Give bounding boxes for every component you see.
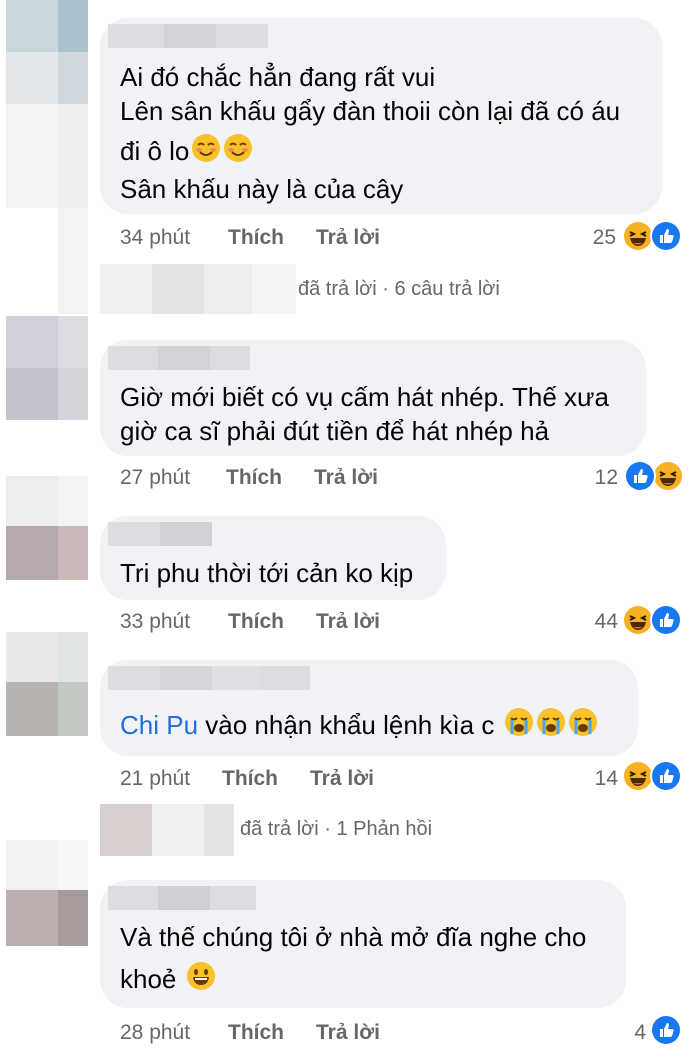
reply-link[interactable]: Trả lời: [316, 610, 380, 634]
smiling-face-icon: [223, 133, 253, 173]
like-label: Thích: [226, 466, 282, 489]
like-label: Thích: [228, 1021, 284, 1044]
comment-text-line: Lên sân khấu gẩy đàn thoii còn lại đã có…: [120, 96, 621, 126]
like-icon[interactable]: [650, 220, 682, 252]
comment-text-fragment: vào nhận khẩu lệnh kìa c: [198, 710, 495, 740]
avatar[interactable]: [6, 476, 88, 580]
crying-face-icon: [568, 707, 598, 747]
comment-bubble: Giờ mới biết có vụ cấm hát nhép. Thế xưa…: [100, 340, 646, 456]
comment-text-line: Ai đó chắc hẳn đang rất vui: [120, 62, 436, 92]
commenter-name[interactable]: [108, 522, 212, 546]
reaction-count[interactable]: 14: [582, 767, 618, 791]
comment-text-line: giờ ca sĩ phải đút tiền để hát nhép hả: [120, 416, 550, 446]
comment-text-line: Sân khấu này là của cây: [120, 174, 404, 204]
comment-bubble: Chi Pu vào nhận khẩu lệnh kìa c: [100, 660, 638, 756]
crying-face-icon: [536, 707, 566, 747]
reply-avatars[interactable]: [100, 804, 234, 856]
reply-label: Trả lời: [316, 1021, 380, 1044]
comment-text-fragment: đi ô lo: [120, 136, 190, 166]
like-label: Thích: [228, 226, 284, 249]
avatar[interactable]: [6, 840, 88, 950]
comment-text-line: đi ô lo: [120, 132, 253, 173]
comment-text-line: Chi Pu vào nhận khẩu lệnh kìa c: [120, 706, 598, 747]
comment-text-line: Tri phu thời tới cản ko kịp: [120, 558, 414, 588]
like-label: Thích: [222, 767, 278, 790]
avatar[interactable]: [6, 632, 88, 736]
avatar[interactable]: [6, 104, 88, 314]
reaction-count[interactable]: 25: [580, 226, 616, 250]
view-replies-link[interactable]: đã trả lời · 1 Phản hồi: [240, 818, 432, 841]
reaction-count[interactable]: 4: [612, 1021, 646, 1045]
reply-label: Trả lời: [316, 610, 380, 633]
like-link[interactable]: Thích: [228, 226, 284, 250]
reply-link[interactable]: Trả lời: [310, 767, 374, 791]
commenter-name[interactable]: [108, 886, 256, 910]
avatar[interactable]: [6, 316, 88, 420]
comment-text-fragment: khoẻ: [120, 964, 177, 994]
comment-time[interactable]: 21 phút: [120, 767, 190, 791]
commenter-name[interactable]: [108, 666, 310, 690]
reply-link[interactable]: Trả lời: [316, 1021, 380, 1045]
smiling-face-icon: [191, 133, 221, 173]
haha-icon[interactable]: [652, 460, 684, 492]
comment-time[interactable]: 33 phút: [120, 610, 190, 634]
like-label: Thích: [228, 610, 284, 633]
reply-label: Trả lời: [314, 466, 378, 489]
comment-bubble: Tri phu thời tới cản ko kịp: [100, 516, 446, 600]
comment-text-line: Và thế chúng tôi ở nhà mở đĩa nghe cho: [120, 922, 587, 952]
comment-bubble: Ai đó chắc hẳn đang rất vui Lên sân khấu…: [100, 18, 662, 214]
like-link[interactable]: Thích: [228, 1021, 284, 1045]
like-icon[interactable]: [650, 760, 682, 792]
reply-label: Trả lời: [310, 767, 374, 790]
comment-text-line: Giờ mới biết có vụ cấm hát nhép. Thế xưa: [120, 382, 609, 412]
like-icon[interactable]: [650, 1014, 682, 1046]
reply-avatars[interactable]: [100, 264, 296, 314]
crying-face-icon: [504, 707, 534, 747]
commenter-name[interactable]: [108, 346, 250, 370]
reply-link[interactable]: Trả lời: [316, 226, 380, 250]
like-link[interactable]: Thích: [228, 610, 284, 634]
comment-time[interactable]: 34 phút: [120, 226, 190, 250]
reply-label: Trả lời: [316, 226, 380, 249]
reply-link[interactable]: Trả lời: [314, 466, 378, 490]
like-link[interactable]: Thích: [222, 767, 278, 791]
reaction-count[interactable]: 12: [582, 466, 618, 490]
reaction-count[interactable]: 44: [582, 610, 618, 634]
mention-link[interactable]: Chi Pu: [120, 710, 198, 740]
grinning-face-icon: [186, 961, 216, 1001]
view-replies-link[interactable]: đã trả lời · 6 câu trả lời: [298, 278, 500, 301]
avatar[interactable]: [6, 0, 88, 104]
comment-bubble: Và thế chúng tôi ở nhà mở đĩa nghe cho k…: [100, 880, 626, 1008]
comment-time[interactable]: 27 phút: [120, 466, 190, 490]
like-icon[interactable]: [624, 460, 656, 492]
comment-text-line: khoẻ: [120, 960, 216, 1001]
comment-time[interactable]: 28 phút: [120, 1021, 190, 1045]
like-icon[interactable]: [650, 604, 682, 636]
commenter-name[interactable]: [108, 24, 268, 48]
like-link[interactable]: Thích: [226, 466, 282, 490]
